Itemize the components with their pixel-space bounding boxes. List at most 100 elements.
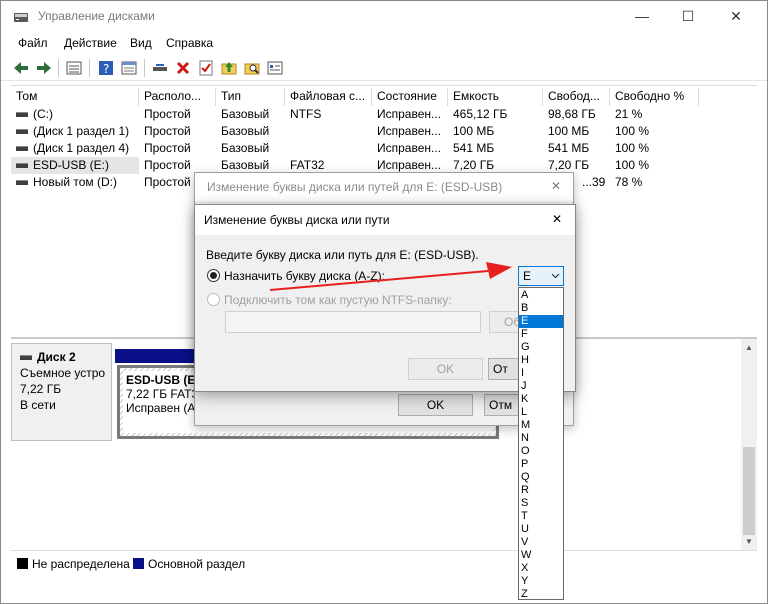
drive-letter-option[interactable]: T — [519, 510, 563, 523]
table-cell: Исправен... — [377, 141, 442, 155]
column-header-free-percent[interactable]: Свободно % — [610, 88, 699, 106]
browse-button[interactable]: Об — [489, 311, 519, 333]
toolbar-separator — [89, 59, 90, 77]
legend-unallocated-swatch — [17, 558, 28, 569]
drive-letter-option[interactable]: L — [519, 406, 563, 419]
drive-letter-option[interactable]: I — [519, 367, 563, 380]
menu-file[interactable]: Файл — [18, 36, 48, 50]
dialog-title: Изменение буквы диска или пути — [204, 213, 390, 227]
column-header-status[interactable]: Состояние — [372, 88, 448, 106]
cancel-button[interactable]: От — [488, 358, 519, 380]
disk-type: Съемное устро — [20, 366, 106, 380]
toolbar-separator — [144, 59, 145, 77]
menu-action[interactable]: Действие — [64, 36, 117, 50]
menu-view[interactable]: Вид — [130, 36, 152, 50]
drive-letter-option[interactable]: V — [519, 536, 563, 549]
drive-letter-option[interactable]: A — [519, 289, 563, 302]
help-icon[interactable]: ? — [97, 59, 115, 77]
info-icon[interactable] — [266, 59, 284, 77]
delete-icon[interactable] — [174, 59, 192, 77]
mount-folder-label[interactable]: Подключить том как пустую NTFS-папку: — [224, 293, 452, 307]
column-header-capacity[interactable]: Емкость — [448, 88, 543, 106]
legend-unallocated: Не распределена — [17, 557, 130, 571]
back-icon[interactable] — [12, 59, 30, 77]
column-header-volume[interactable]: Том — [11, 88, 139, 106]
vertical-scrollbar[interactable]: ▲ ▼ — [741, 339, 757, 551]
check-icon[interactable] — [197, 59, 215, 77]
legend-primary: Основной раздел — [133, 557, 245, 571]
table-cell: 541 МБ — [453, 141, 495, 155]
drive-letter-option[interactable]: N — [519, 432, 563, 445]
table-cell: 465,12 ГБ — [453, 107, 508, 121]
column-header-free[interactable]: Свобод... — [543, 88, 610, 106]
drive-letter-option[interactable]: Z — [519, 588, 563, 601]
forward-icon[interactable] — [35, 59, 53, 77]
menu-bar: Файл Действие Вид Справка — [1, 33, 767, 53]
folder-path-input[interactable] — [225, 311, 481, 333]
scroll-up-icon[interactable]: ▲ — [745, 343, 753, 352]
chevron-down-icon — [551, 273, 560, 279]
toolbar-separator — [58, 59, 59, 77]
scroll-thumb[interactable] — [743, 447, 755, 535]
drive-letter-dropdown-list[interactable]: ABEFGHIJKLMNOPQRSTUVWXYZ — [518, 287, 564, 600]
maximize-button[interactable]: ☐ — [665, 1, 711, 31]
drive-letter-option[interactable]: P — [519, 458, 563, 471]
drive-letter-option[interactable]: O — [519, 445, 563, 458]
table-cell: 541 МБ — [548, 141, 590, 155]
table-cell: Исправен... — [377, 107, 442, 121]
cancel-button[interactable]: Отм — [484, 394, 520, 416]
column-header-filesystem[interactable]: Файловая с... — [285, 88, 372, 106]
drive-letter-option[interactable]: W — [519, 549, 563, 562]
drive-letter-select[interactable]: E — [518, 266, 564, 286]
table-cell — [285, 140, 372, 157]
table-cell: 100 % — [615, 124, 650, 138]
dialog-close-button[interactable]: ✕ — [551, 179, 561, 193]
assign-letter-radio[interactable] — [207, 269, 220, 282]
disk-name: Диск 2 — [20, 350, 111, 364]
close-button[interactable]: ✕ — [713, 1, 759, 31]
column-header-layout[interactable]: Располо... — [139, 88, 216, 106]
dialog-close-button[interactable]: ✕ — [552, 212, 562, 226]
column-header-type[interactable]: Тип — [216, 88, 285, 106]
drive-letter-option[interactable]: R — [519, 484, 563, 497]
list-view-icon[interactable] — [65, 59, 83, 77]
ok-button[interactable]: OK — [408, 358, 483, 380]
volume-name-cell: (Диск 1 раздел 4) — [11, 140, 139, 157]
drive-letter-option[interactable]: Q — [519, 471, 563, 484]
drive-letter-option[interactable]: F — [519, 328, 563, 341]
menu-help[interactable]: Справка — [166, 36, 213, 50]
drive-icon — [16, 112, 28, 118]
volume-name-cell: Новый том (D:) — [11, 174, 139, 191]
drive-letter-option[interactable]: E — [519, 315, 563, 328]
drive-letter-option[interactable]: J — [519, 380, 563, 393]
properties-icon[interactable] — [120, 59, 138, 77]
table-cell: 98,68 ГБ — [548, 107, 596, 121]
drive-icon — [16, 180, 28, 186]
scroll-down-icon[interactable]: ▼ — [745, 537, 753, 546]
mount-folder-radio[interactable] — [207, 293, 220, 306]
table-cell: 100 % — [615, 141, 650, 155]
dialog-prompt: Введите букву диска или путь для E: (ESD… — [206, 248, 479, 262]
volume-name-cell: (C:) — [11, 106, 139, 123]
table-cell: 21 % — [615, 107, 643, 121]
up-folder-icon[interactable] — [220, 59, 238, 77]
disk-info-panel[interactable]: Диск 2 Съемное устро 7,22 ГБ В сети — [11, 343, 112, 441]
drive-letter-option[interactable]: X — [519, 562, 563, 575]
minimize-button[interactable]: — — [619, 1, 665, 31]
drive-icon — [16, 163, 28, 169]
legend-bar: Не распределена Основной раздел — [11, 550, 757, 574]
drive-letter-option[interactable]: U — [519, 523, 563, 536]
table-cell: Простой — [144, 141, 191, 155]
assign-letter-label[interactable]: Назначить букву диска (A-Z): — [224, 269, 385, 283]
drive-letter-option[interactable]: S — [519, 497, 563, 510]
search-folder-icon[interactable] — [243, 59, 261, 77]
volume-name-cell: (Диск 1 раздел 1) — [11, 123, 139, 140]
drive-letter-option[interactable]: G — [519, 341, 563, 354]
connect-icon[interactable] — [151, 59, 169, 77]
ok-button[interactable]: OK — [398, 394, 473, 416]
drive-letter-option[interactable]: B — [519, 302, 563, 315]
drive-letter-option[interactable]: M — [519, 419, 563, 432]
drive-letter-option[interactable]: Y — [519, 575, 563, 588]
drive-letter-option[interactable]: K — [519, 393, 563, 406]
drive-letter-option[interactable]: H — [519, 354, 563, 367]
